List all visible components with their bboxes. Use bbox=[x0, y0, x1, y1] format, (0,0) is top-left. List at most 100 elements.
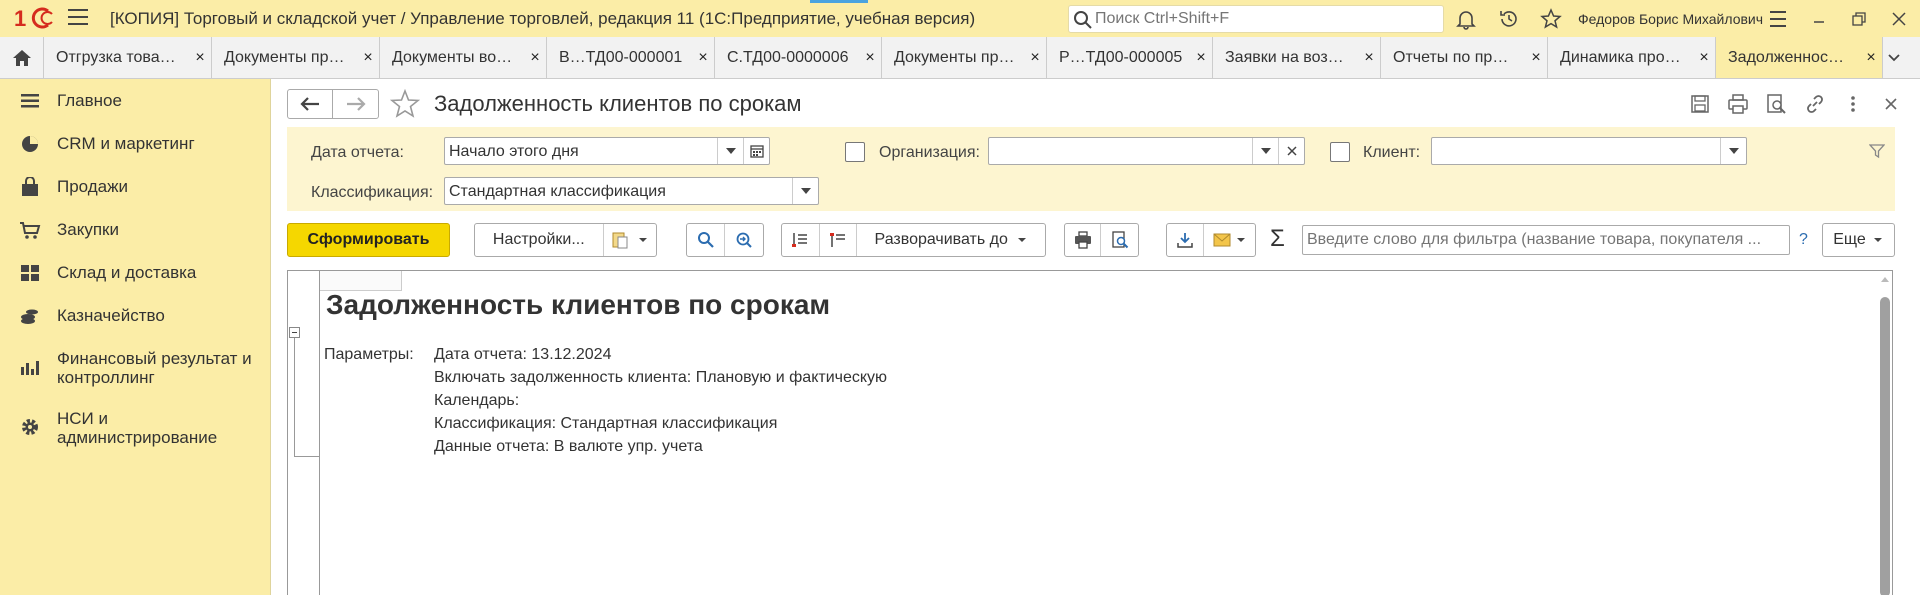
tab-debt-by-terms[interactable]: Задолженнос… × bbox=[1716, 37, 1883, 78]
dropdown-chevron-icon[interactable] bbox=[792, 178, 818, 204]
add-to-favorites-icon[interactable] bbox=[390, 89, 420, 119]
tab-reports[interactable]: Отчеты по пр… × bbox=[1381, 37, 1548, 78]
expand-all-button[interactable] bbox=[782, 224, 820, 256]
tab-documents-2[interactable]: Документы во… × bbox=[380, 37, 547, 78]
export-group bbox=[1166, 223, 1256, 257]
generate-button[interactable]: Сформировать bbox=[287, 223, 450, 257]
tab-close-icon[interactable]: × bbox=[692, 49, 714, 67]
client-label: Клиент: bbox=[1363, 144, 1421, 161]
report-param-line: Классификация: Стандартная классификация bbox=[434, 415, 778, 432]
forward-button[interactable] bbox=[333, 90, 378, 118]
coins-icon bbox=[21, 309, 38, 324]
global-search-input[interactable] bbox=[1095, 9, 1435, 29]
clear-icon[interactable] bbox=[1278, 138, 1304, 164]
tab-close-icon[interactable]: × bbox=[189, 49, 211, 67]
shopping-bag-icon bbox=[22, 177, 38, 196]
bell-icon[interactable] bbox=[1455, 8, 1477, 30]
report-variants-icon bbox=[612, 232, 628, 249]
tab-return-requests[interactable]: Заявки на воз… × bbox=[1213, 37, 1381, 78]
report-param-line: Данные отчета: В валюте упр. учета bbox=[434, 438, 703, 455]
tab-doc-s[interactable]: С.ТД00-0000006 × bbox=[715, 37, 882, 78]
tab-close-icon[interactable]: × bbox=[524, 49, 546, 67]
tab-dynamics[interactable]: Динамика про… × bbox=[1548, 37, 1716, 78]
sum-icon[interactable]: Σ bbox=[1270, 225, 1285, 253]
form-title: Задолженность клиентов по срокам bbox=[434, 91, 802, 116]
restore-icon[interactable] bbox=[1848, 8, 1870, 30]
find-group bbox=[686, 223, 764, 257]
tab-close-icon[interactable]: × bbox=[859, 49, 881, 67]
history-icon[interactable] bbox=[1498, 8, 1520, 30]
settings-menu-icon[interactable] bbox=[1770, 11, 1786, 29]
dropdown-chevron-icon[interactable] bbox=[1720, 138, 1746, 164]
collapse-list-icon bbox=[830, 233, 846, 247]
client-checkbox[interactable] bbox=[1330, 142, 1350, 162]
scroll-up-icon[interactable] bbox=[1881, 277, 1889, 282]
scrollbar-thumb[interactable] bbox=[1880, 297, 1890, 595]
more-button[interactable]: Еще bbox=[1822, 223, 1895, 257]
organization-field[interactable] bbox=[988, 137, 1305, 165]
organization-checkbox[interactable] bbox=[845, 142, 865, 162]
minimize-icon[interactable] bbox=[1808, 8, 1830, 30]
collapse-group-icon[interactable] bbox=[289, 327, 300, 338]
tab-close-icon[interactable]: × bbox=[1525, 49, 1547, 67]
tab-shipment[interactable]: Отгрузка това… × bbox=[44, 37, 212, 78]
global-search[interactable] bbox=[1068, 5, 1444, 33]
tab-close-icon[interactable]: × bbox=[1860, 49, 1882, 67]
save-icon[interactable] bbox=[1689, 93, 1711, 115]
dropdown-chevron-icon[interactable] bbox=[1252, 138, 1278, 164]
find-button[interactable] bbox=[687, 224, 726, 256]
svg-text:1: 1 bbox=[14, 6, 26, 31]
tab-documents-1[interactable]: Документы пр… × bbox=[212, 37, 380, 78]
current-cell[interactable] bbox=[320, 271, 402, 291]
client-field[interactable] bbox=[1431, 137, 1747, 165]
tab-close-icon[interactable]: × bbox=[1358, 49, 1380, 67]
tabs-more-chevron-icon[interactable] bbox=[1886, 49, 1902, 65]
back-button[interactable] bbox=[288, 90, 333, 118]
more-vertical-icon[interactable] bbox=[1842, 93, 1864, 115]
tab-close-icon[interactable]: × bbox=[357, 49, 379, 67]
warehouse-grid-icon bbox=[21, 265, 39, 281]
report-param-line: Включать задолженность клиента: Плановую… bbox=[434, 369, 888, 386]
tab-close-icon[interactable]: × bbox=[1024, 49, 1046, 67]
link-icon[interactable] bbox=[1804, 93, 1826, 115]
1c-logo-icon[interactable]: 1 bbox=[14, 5, 56, 31]
grouping-group: Разворачивать до bbox=[781, 223, 1046, 257]
print-preview-icon bbox=[1111, 231, 1128, 249]
tab-close-icon[interactable]: × bbox=[1693, 49, 1715, 67]
favorites-star-icon[interactable] bbox=[1540, 8, 1562, 30]
preview-icon[interactable] bbox=[1765, 93, 1787, 115]
print-preview-button[interactable] bbox=[1101, 224, 1138, 256]
report-date-field[interactable]: Начало этого дня bbox=[444, 137, 770, 165]
tab-close-icon[interactable]: × bbox=[1190, 49, 1212, 67]
filter-funnel-icon[interactable] bbox=[1869, 143, 1885, 159]
close-form-icon[interactable] bbox=[1880, 93, 1902, 115]
save-report-button[interactable] bbox=[1167, 224, 1205, 256]
quick-filter-field[interactable] bbox=[1302, 225, 1790, 255]
close-window-icon[interactable] bbox=[1888, 8, 1910, 30]
report-param-line: Дата отчета: 13.12.2024 bbox=[434, 346, 612, 363]
expand-to-button[interactable]: Разворачивать до bbox=[857, 224, 1045, 256]
help-link[interactable]: ? bbox=[1799, 231, 1808, 249]
main-menu-icon[interactable] bbox=[68, 9, 88, 27]
grouping-gutter bbox=[288, 271, 320, 595]
print-button[interactable] bbox=[1065, 224, 1102, 256]
send-email-button[interactable] bbox=[1204, 224, 1255, 256]
tab-doc-r[interactable]: Р…ТД00-000005 × bbox=[1047, 37, 1213, 78]
classification-field[interactable]: Стандартная классификация bbox=[444, 177, 819, 205]
dropdown-chevron-icon[interactable] bbox=[717, 138, 743, 164]
quick-filter-input[interactable] bbox=[1307, 227, 1777, 253]
calendar-icon[interactable] bbox=[743, 138, 769, 164]
print-icon[interactable] bbox=[1727, 93, 1749, 115]
collapse-all-button[interactable] bbox=[820, 224, 858, 256]
user-name[interactable]: Федоров Борис Михайлович bbox=[1578, 11, 1763, 27]
bar-chart-icon bbox=[21, 361, 39, 375]
find-next-button[interactable] bbox=[725, 224, 763, 256]
variants-button[interactable] bbox=[604, 224, 656, 256]
tab-doc-v[interactable]: В…ТД00-000001 × bbox=[547, 37, 715, 78]
tab-documents-3[interactable]: Документы пр… × bbox=[882, 37, 1047, 78]
report-spreadsheet[interactable]: Задолженность клиентов по срокам Парамет… bbox=[287, 270, 1893, 595]
search-icon bbox=[1074, 11, 1092, 29]
navigation-buttons bbox=[287, 89, 379, 119]
settings-button[interactable]: Настройки... bbox=[475, 224, 604, 256]
home-button[interactable] bbox=[0, 37, 44, 78]
